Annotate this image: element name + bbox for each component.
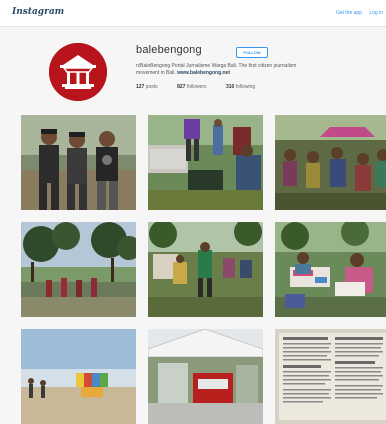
website-link[interactable]: www.balebengong.net [177,70,230,76]
photo-tent-booth[interactable] [148,329,263,424]
photo-outdoor-event[interactable] [148,115,263,210]
follow-button[interactable]: FOLLOW [236,47,268,58]
profile-username: balebengong [136,44,202,56]
photo-workshop-table[interactable] [275,222,386,317]
followers-stat[interactable]: 827 followers [177,84,206,90]
following-count: 310 [225,84,235,90]
photo-document-text[interactable] [275,329,386,424]
following-stat[interactable]: 310 following [226,84,255,90]
posts-stat: 127 posts [136,84,158,90]
profile-stats: 127 posts 827 followers 310 following [136,84,273,90]
photo-crowd-tents[interactable] [275,115,386,210]
following-label: following [235,84,256,90]
bio-line-2: movement in Bali. www.balebengong.net [136,70,376,77]
top-bar: Instagram Get the app Log in [0,0,386,27]
followers-count: 827 [177,84,186,90]
profile-avatar[interactable] [49,43,107,101]
photo-three-men[interactable] [21,115,136,210]
pavilion-logo-icon [49,43,107,101]
get-app-link[interactable]: Get the app [336,10,362,16]
posts-label: posts [145,84,158,90]
profile-bio: n/BaleBengong Portal Jurnalisme Warga Ba… [136,63,376,76]
photo-jazz-sign-beach[interactable] [21,329,136,424]
posts-count: 127 [136,84,145,90]
photo-park-gathering[interactable] [148,222,263,317]
bio-line-2-text: movement in Bali. [136,69,176,76]
followers-label: followers [186,84,207,90]
instagram-logo[interactable]: Instagram [12,7,64,17]
photo-beach-performance[interactable] [21,222,136,317]
login-link[interactable]: Log in [369,10,383,16]
